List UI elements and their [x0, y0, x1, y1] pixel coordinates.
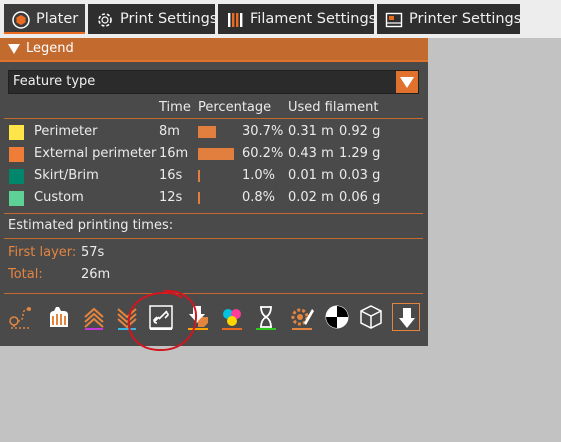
feature-length: 0.01 m	[288, 168, 334, 183]
feature-weight: 0.92 g	[339, 124, 381, 139]
legend-header-underline	[0, 60, 428, 62]
feature-percent: 0.8%	[242, 190, 276, 205]
color-swatch	[9, 191, 24, 206]
feature-weight: 0.06 g	[339, 190, 381, 205]
feature-percent: 60.2%	[242, 146, 284, 161]
feature-weight: 1.29 g	[339, 146, 381, 161]
feature-percent: 1.0%	[242, 168, 276, 183]
toolbar-divider	[4, 293, 423, 294]
feature-weight: 0.03 g	[339, 168, 381, 183]
tab-filament-settings-label: Filament Settings	[250, 11, 377, 27]
feature-name: Perimeter	[34, 124, 98, 139]
color-swatch	[9, 169, 24, 184]
feature-length: 0.31 m	[288, 124, 334, 139]
estimated-divider	[4, 238, 423, 239]
color-swatch	[9, 147, 24, 162]
header-percentage: Percentage	[198, 100, 272, 115]
total-value: 26m	[81, 267, 111, 282]
collapse-triangle-icon	[8, 44, 20, 54]
percentage-bar	[198, 170, 200, 182]
feature-length: 0.02 m	[288, 190, 334, 205]
annotation-circle	[127, 289, 198, 352]
tab-print-settings-label: Print Settings	[120, 11, 218, 27]
pause-prints-icon[interactable]	[252, 303, 280, 331]
feature-name: Custom	[34, 190, 84, 205]
retractions-icon[interactable]	[80, 303, 108, 331]
header-time: Time	[159, 100, 191, 115]
feature-time: 16s	[159, 168, 183, 183]
feature-name: Skirt/Brim	[34, 168, 99, 183]
legend-header[interactable]: Legend	[0, 38, 428, 60]
feature-time: 12s	[159, 190, 183, 205]
view-type-select[interactable]: Feature type	[8, 70, 419, 94]
feature-time: 8m	[159, 124, 180, 139]
first-layer-label: First layer:	[8, 245, 77, 260]
first-layer-value: 57s	[81, 245, 105, 260]
header-used-filament: Used filament	[288, 100, 379, 115]
printer-settings-icon	[385, 10, 403, 28]
feature-percent: 30.7%	[242, 124, 284, 139]
tab-printer-settings-label: Printer Settings	[409, 11, 522, 27]
shells-icon[interactable]	[357, 303, 385, 331]
legend-title: Legend	[26, 41, 74, 56]
legend-row: Skirt/Brim 16s 1.0% 0.01 m 0.03 g	[0, 165, 428, 187]
legend-row: Perimeter 8m 30.7% 0.31 m 0.92 g	[0, 121, 428, 143]
wipe-icon[interactable]	[44, 303, 72, 331]
rows-divider	[4, 213, 423, 214]
center-of-gravity-icon[interactable]	[323, 303, 351, 331]
legend-row: Custom 12s 0.8% 0.02 m 0.06 g	[0, 187, 428, 209]
tab-bar: Plater Print Settings Filament Settings …	[0, 0, 561, 38]
legend-panel: Legend Feature type Time Percentage Used…	[0, 38, 428, 346]
tab-printer-settings[interactable]: Printer Settings	[377, 4, 522, 34]
percentage-bar	[198, 192, 200, 204]
feature-length: 0.43 m	[288, 146, 334, 161]
chevron-down-icon[interactable]	[396, 71, 418, 93]
header-divider	[4, 118, 423, 119]
tab-filament-settings[interactable]: Filament Settings	[218, 4, 377, 34]
percentage-bar	[198, 126, 217, 138]
tab-print-settings[interactable]: Print Settings	[88, 4, 218, 34]
color-swatch	[9, 125, 24, 140]
custom-gcodes-icon[interactable]	[288, 303, 316, 331]
estimated-times-label: Estimated printing times:	[8, 218, 174, 233]
view-type-value: Feature type	[13, 74, 96, 89]
print-settings-icon	[96, 10, 114, 28]
feature-name: External perimeter	[34, 146, 157, 161]
tab-plater-label: Plater	[36, 11, 79, 27]
plater-icon	[12, 10, 30, 29]
travel-icon[interactable]	[7, 303, 35, 331]
color-changes-icon[interactable]	[218, 303, 246, 331]
filament-settings-icon	[226, 10, 244, 28]
feature-time: 16m	[159, 146, 189, 161]
tool-marker-icon[interactable]	[392, 303, 420, 331]
tab-plater[interactable]: Plater	[4, 4, 85, 34]
percentage-bar	[198, 148, 235, 160]
legend-row: External perimeter 16m 60.2% 0.43 m 1.29 g	[0, 143, 428, 165]
total-label: Total:	[8, 267, 43, 282]
